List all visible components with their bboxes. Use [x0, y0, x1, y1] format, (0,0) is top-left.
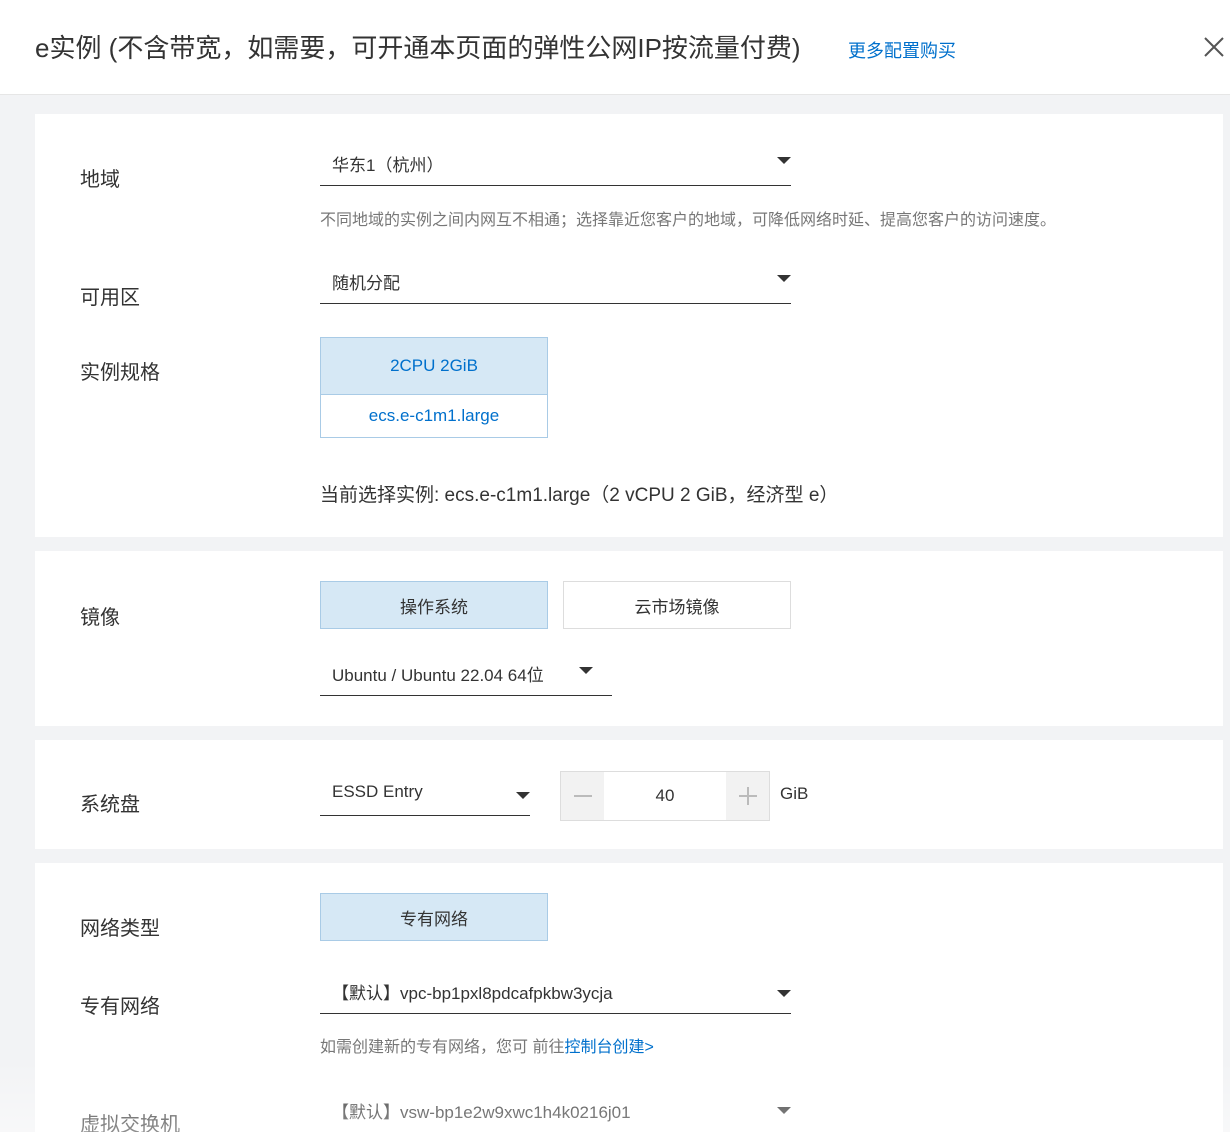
- region-select[interactable]: 华东1（杭州）: [320, 151, 791, 186]
- zone-label: 可用区: [80, 287, 140, 309]
- vpc-hint-text: 如需创建新的专有网络，您可 前往: [320, 1039, 565, 1056]
- more-config-link[interactable]: 更多配置购买: [848, 37, 956, 63]
- image-label: 镜像: [80, 607, 120, 629]
- network-section: 网络类型 专有网络 专有网络 【默认】vpc-bp1pxl8pdcafpkbw3…: [35, 863, 1223, 1132]
- disk-label: 系统盘: [80, 794, 140, 816]
- instance-section: 地域 华东1（杭州） 不同地域的实例之间内网互不相通；选择靠近您客户的地域，可降…: [35, 114, 1223, 537]
- vpc-value: 【默认】vpc-bp1pxl8pdcafpkbw3ycja: [332, 984, 613, 1003]
- vswitch-value: 【默认】vsw-bp1e2w9xwc1h4k0216j01: [332, 1103, 631, 1122]
- chevron-down-icon: [579, 667, 593, 674]
- disk-unit: GiB: [780, 784, 809, 803]
- plus-icon[interactable]: [726, 772, 769, 820]
- disk-section: 系统盘 ESSD Entry 40 GiB: [35, 740, 1223, 849]
- image-section: 镜像 操作系统 云市场镜像 Ubuntu / Ubuntu 22.04 64位: [35, 551, 1223, 726]
- spec-card-type: ecs.e-c1m1.large: [321, 395, 547, 437]
- vswitch-label: 虚拟交换机: [80, 1114, 180, 1132]
- region-label: 地域: [80, 169, 120, 191]
- os-select[interactable]: Ubuntu / Ubuntu 22.04 64位: [320, 661, 612, 696]
- chevron-down-icon: [777, 1107, 791, 1114]
- disk-type-value: ESSD Entry: [332, 782, 423, 801]
- dialog-header: e实例 (不含带宽，如需要，可开通本页面的弹性公网IP按流量付费) 更多配置购买: [0, 0, 1230, 95]
- vpc-hint: 如需创建新的专有网络，您可 前往控制台创建>: [320, 1033, 654, 1057]
- current-selection: 当前选择实例: ecs.e-c1m1.large（2 vCPU 2 GiB，经济…: [320, 485, 839, 506]
- network-type-label: 网络类型: [80, 918, 160, 940]
- tab-os[interactable]: 操作系统: [320, 581, 548, 629]
- minus-icon[interactable]: [561, 772, 604, 820]
- disk-type-select[interactable]: ESSD Entry: [320, 782, 530, 816]
- chevron-down-icon: [777, 275, 791, 282]
- os-value: Ubuntu / Ubuntu 22.04 64位: [332, 666, 544, 685]
- region-hint: 不同地域的实例之间内网互不相通；选择靠近您客户的地域，可降低网络时延、提高您客户…: [320, 212, 1057, 229]
- console-create-link[interactable]: 控制台创建>: [564, 1039, 653, 1056]
- vpc-label: 专有网络: [80, 996, 160, 1018]
- spec-card[interactable]: 2CPU 2GiB ecs.e-c1m1.large: [320, 337, 548, 438]
- chevron-down-icon: [777, 990, 791, 997]
- tab-marketplace[interactable]: 云市场镜像: [563, 581, 791, 629]
- disk-size-stepper[interactable]: 40: [560, 771, 770, 821]
- zone-select[interactable]: 随机分配: [320, 269, 791, 304]
- zone-value: 随机分配: [332, 274, 400, 293]
- close-icon[interactable]: [1200, 33, 1228, 61]
- region-value: 华东1（杭州）: [332, 156, 444, 175]
- disk-size-input[interactable]: 40: [604, 772, 726, 820]
- spec-label: 实例规格: [80, 362, 160, 384]
- vpc-select[interactable]: 【默认】vpc-bp1pxl8pdcafpkbw3ycja: [320, 979, 791, 1014]
- spec-card-title: 2CPU 2GiB: [321, 338, 547, 395]
- network-type-vpc[interactable]: 专有网络: [320, 893, 548, 941]
- dialog-title: e实例 (不含带宽，如需要，可开通本页面的弹性公网IP按流量付费): [35, 33, 801, 63]
- chevron-down-icon: [777, 157, 791, 164]
- chevron-down-icon: [516, 792, 530, 799]
- vswitch-select[interactable]: 【默认】vsw-bp1e2w9xwc1h4k0216j01: [320, 1098, 791, 1132]
